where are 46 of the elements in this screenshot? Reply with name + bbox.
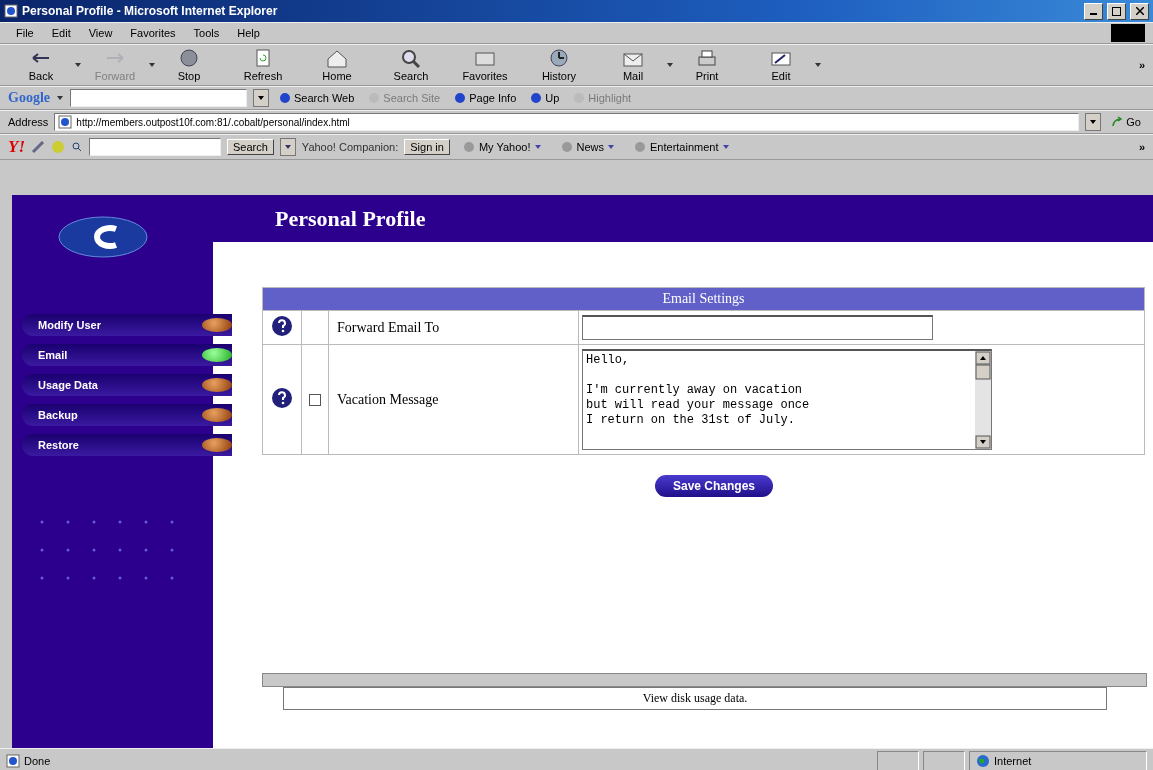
sidebar-item[interactable]: Backup: [22, 404, 232, 426]
menu-item[interactable]: Help: [229, 27, 268, 39]
yahoo-link[interactable]: My Yahoo!: [455, 140, 548, 154]
yahoo-link[interactable]: News: [553, 140, 621, 154]
toolbar-button[interactable]: Refresh: [230, 48, 304, 82]
sidebar-item[interactable]: Email: [22, 344, 232, 366]
status-text: Done: [24, 755, 52, 767]
google-toolbar-button[interactable]: Page Info: [450, 92, 521, 104]
more-icon[interactable]: »: [1138, 59, 1145, 71]
field-label: Vacation Message: [337, 391, 439, 407]
sidebar-item[interactable]: Restore: [22, 434, 232, 456]
footer-text: View disk usage data.: [283, 687, 1107, 710]
google-toolbar-button[interactable]: Search Web: [275, 92, 359, 104]
toolbar-button[interactable]: Favorites: [452, 48, 526, 82]
save-button[interactable]: Save Changes: [654, 475, 773, 497]
page-title: Personal Profile: [275, 205, 426, 232]
sign-in-button[interactable]: Sign in: [404, 139, 450, 155]
google-toolbar-button[interactable]: Up: [526, 92, 564, 104]
window-title: Personal Profile - Microsoft Internet Explorer: [22, 4, 279, 18]
table-heading: Email Settings: [262, 287, 1145, 311]
toolbar-button[interactable]: Edit: [748, 48, 822, 82]
sidebar-item[interactable]: Modify User: [22, 314, 232, 336]
more-icon[interactable]: »: [1138, 141, 1145, 153]
zone-text: Internet: [994, 755, 1032, 767]
url-text: http://members.outpost10f.com:81/.cobalt/personal/index.html: [76, 116, 350, 128]
address-field[interactable]: http://members.outpost10f.com:81/.cobalt/personal/index.html: [54, 113, 1080, 131]
toolbar-button[interactable]: Search: [378, 48, 452, 82]
menu-item[interactable]: Tools: [185, 27, 228, 39]
menu-item[interactable]: File: [8, 27, 42, 39]
yahoo-link[interactable]: Entertainment: [627, 140, 736, 154]
go-button[interactable]: Go: [1107, 116, 1145, 128]
toolbar-button[interactable]: Back: [8, 48, 82, 82]
toolbar-button[interactable]: Home: [304, 48, 378, 82]
menu-item[interactable]: Edit: [43, 27, 79, 39]
address-label: Address: [8, 116, 49, 128]
toolbar-button[interactable]: Print: [674, 48, 748, 82]
toolbar-button[interactable]: Mail: [600, 48, 674, 82]
search-button[interactable]: Search: [227, 139, 274, 155]
sidebar-item[interactable]: Usage Data: [22, 374, 232, 396]
toolbar-button[interactable]: History: [526, 48, 600, 82]
message-field[interactable]: Hello, I'm currently away on vacation but will read your message once I return on the 31st of July.: [582, 349, 992, 450]
menu-item[interactable]: View: [80, 27, 121, 39]
field-label: Forward Email To: [337, 319, 440, 335]
toolbar-button[interactable]: Stop: [156, 48, 230, 82]
menu-item[interactable]: Favorites: [122, 27, 184, 39]
companion-label: Yahoo! Companion:: [301, 141, 399, 153]
